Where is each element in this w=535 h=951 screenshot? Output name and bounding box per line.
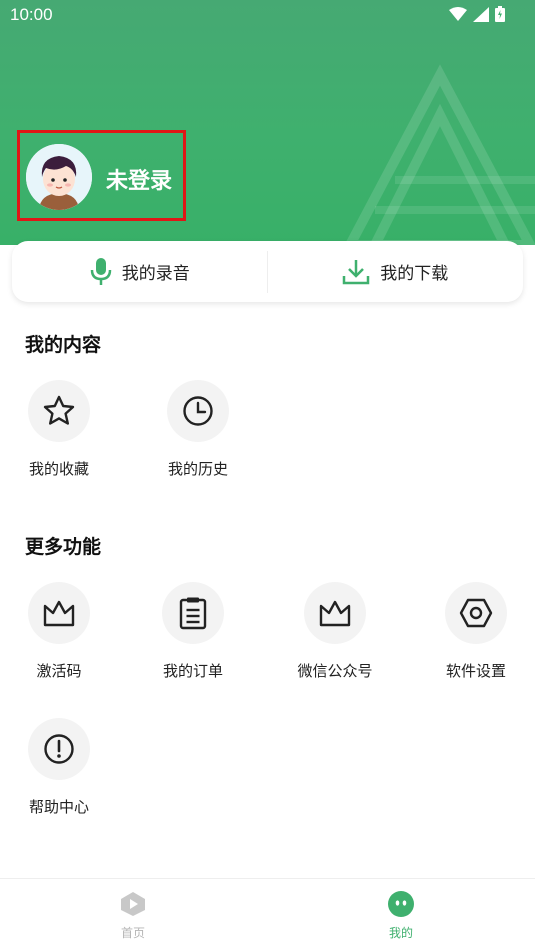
clipboard-icon: [179, 597, 207, 630]
crown-icon: [319, 600, 351, 627]
my-downloads-button[interactable]: 我的下载: [268, 241, 524, 302]
help-center-icon-circle: [28, 718, 90, 780]
favorites-item[interactable]: 我的收藏: [4, 380, 114, 479]
wechat-account-item[interactable]: 微信公众号: [280, 582, 390, 681]
my-recordings-label: 我的录音: [121, 264, 190, 284]
profile-header: 10:00 未登录: [0, 0, 535, 245]
history-item[interactable]: 我的历史: [143, 380, 253, 479]
battery-icon: [495, 6, 505, 22]
my-orders-icon-circle: [162, 582, 224, 644]
status-time: 10:00: [10, 5, 53, 24]
avatar[interactable]: [26, 144, 92, 210]
nav-home-label: 首页: [120, 926, 145, 940]
home-play-icon: [121, 892, 145, 916]
download-icon: [343, 259, 370, 284]
signal-icon: [473, 6, 489, 22]
wifi-icon: [449, 7, 467, 21]
favorites-label: 我的收藏: [28, 460, 89, 478]
settings-icon-circle: [445, 582, 507, 644]
favorites-icon-circle: [28, 380, 90, 442]
microphone-icon: [90, 257, 111, 285]
help-center-label: 帮助中心: [28, 798, 89, 816]
nav-mine-label: 我的: [388, 926, 413, 940]
divider: [267, 251, 268, 293]
login-profile-area[interactable]: 未登录: [17, 130, 186, 221]
my-content-title: 我的内容: [25, 334, 102, 356]
history-label: 我的历史: [167, 460, 228, 478]
status-bar: 10:00: [0, 0, 535, 32]
wechat-account-label: 微信公众号: [297, 662, 373, 680]
help-center-item[interactable]: 帮助中心: [4, 718, 114, 817]
header-decoration: [344, 64, 535, 245]
my-recordings-button[interactable]: 我的录音: [12, 241, 268, 302]
my-orders-item[interactable]: 我的订单: [138, 582, 248, 681]
settings-label: 软件设置: [445, 662, 506, 680]
my-orders-label: 我的订单: [162, 662, 223, 680]
crown-icon: [43, 600, 75, 627]
nav-mine[interactable]: 我的: [361, 891, 441, 941]
exclamation-icon: [44, 734, 74, 764]
quick-actions-card: 我的录音 我的下载: [12, 241, 523, 302]
mine-face-icon: [388, 891, 414, 917]
nav-home[interactable]: 首页: [93, 891, 173, 941]
bottom-navigation: 首页 我的: [0, 878, 535, 951]
history-icon-circle: [167, 380, 229, 442]
star-icon: [43, 395, 75, 425]
avatar-boy-icon: [26, 144, 92, 210]
hex-gear-icon: [459, 598, 493, 628]
activation-code-icon-circle: [28, 582, 90, 644]
login-status-label[interactable]: 未登录: [106, 163, 172, 195]
wechat-account-icon-circle: [304, 582, 366, 644]
settings-item[interactable]: 软件设置: [421, 582, 531, 681]
more-features-title: 更多功能: [25, 536, 102, 558]
activation-code-label: 激活码: [36, 662, 82, 680]
clock-icon: [183, 396, 213, 426]
activation-code-item[interactable]: 激活码: [4, 582, 114, 681]
my-downloads-label: 我的下载: [380, 264, 449, 284]
